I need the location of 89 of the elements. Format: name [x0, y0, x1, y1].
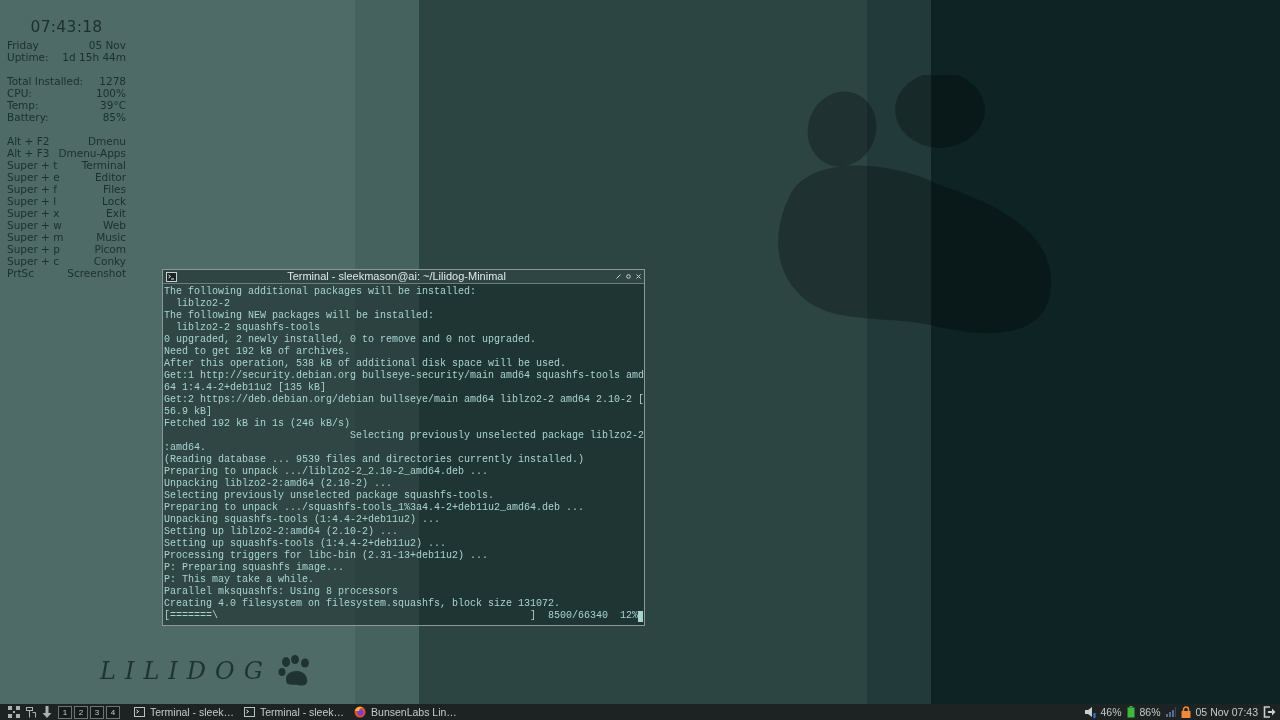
terminal-line: 64 1:4.4-2+deb11u2 [135 kB] — [164, 382, 328, 394]
info-label: Total Installed: — [7, 75, 84, 87]
terminal-line: P: This may take a while. — [164, 574, 316, 586]
info-value: 05 Nov — [88, 39, 126, 51]
shade-icon[interactable] — [626, 274, 631, 279]
grid-icon[interactable] — [8, 706, 20, 718]
terminal-line: Parallel mksquashfs: Using 8 processors — [164, 586, 400, 598]
terminal-line: The following NEW packages will be installed: — [164, 310, 436, 322]
down-arrow-icon[interactable] — [42, 706, 52, 718]
clock-text: 05 Nov 07:43 — [1195, 706, 1258, 718]
info-label: Super + e — [7, 171, 60, 183]
terminal-line: liblzo2-2 squashfs-tools — [175, 322, 322, 334]
info-label: Temp: — [7, 99, 39, 111]
workspace-button[interactable]: 2 — [74, 705, 88, 719]
terminal-line: 0 upgraded, 2 newly installed, 0 to remove and 0 not upgraded. — [164, 334, 538, 346]
close-icon[interactable] — [636, 274, 641, 279]
window-title: Terminal - sleekmason@ai: ~/Lilidog-Minimal — [286, 270, 507, 283]
info-value: Screenshot — [67, 267, 126, 279]
info-value: 1278 — [99, 75, 126, 87]
terminal-line: Unpacking squashfs-tools (1:4.4-2+deb11u2) ... — [164, 514, 442, 526]
windows-icon[interactable] — [25, 706, 37, 718]
terminal-line: 56.9 kB] — [164, 406, 213, 418]
info-value: Conky — [93, 255, 126, 267]
logout-icon[interactable] — [1263, 706, 1276, 718]
terminal-line: Preparing to unpack .../liblzo2-2_2.10-2_amd64.deb ... — [164, 466, 490, 478]
taskbar-task[interactable]: Terminal - sleek… — [134, 706, 235, 718]
lock-icon[interactable] — [1180, 706, 1191, 718]
info-value: Picom — [94, 243, 126, 255]
terminal-line: Processing triggers for libc-bin (2.31-13+deb11u2) ... — [164, 550, 490, 562]
clock-time: 07:43:18 — [29, 18, 104, 36]
signal-icon[interactable] — [1165, 707, 1176, 717]
battery-percent: 86% — [1139, 706, 1161, 718]
taskbar-task[interactable]: BunsenLabs Lin… — [354, 706, 457, 718]
terminal-icon — [134, 707, 145, 717]
info-label: Super + c — [7, 255, 59, 267]
browser-icon — [354, 706, 367, 718]
terminal-line: After this operation, 538 kB of additional disk space will be used. — [164, 358, 568, 370]
terminal-line: Selecting previously unselected package liblzo2-2 — [349, 430, 643, 442]
terminal-line: Creating 4.0 filesystem on filesystem.squashfs, block size 131072. — [164, 598, 562, 610]
terminal-line: [=======\ ] 8500/66340 12% — [164, 610, 639, 622]
info-value: Dmenu — [87, 135, 126, 147]
text-cursor — [638, 610, 643, 622]
terminal-line: :amd64. — [164, 442, 207, 454]
info-value: Terminal — [81, 159, 126, 171]
workspace-button[interactable]: 4 — [106, 705, 120, 719]
info-value: Music — [96, 231, 126, 243]
maximize-icon[interactable] — [616, 274, 621, 279]
taskbar-task[interactable]: Terminal - sleek… — [244, 706, 345, 718]
info-label: Super + x — [7, 207, 60, 219]
info-label: Alt + F2 — [7, 135, 50, 147]
info-value: 39°C — [100, 99, 126, 111]
terminal-line: Unpacking liblzo2-2:amd64 (2.10-2) ... — [164, 478, 394, 490]
terminal-line: Setting up squashfs-tools (1:4.4-2+deb11u2) ... — [164, 538, 448, 550]
info-label: Alt + F3 — [7, 147, 50, 159]
terminal-line: (Reading database ... 9539 files and directories currently installed.) — [164, 454, 586, 466]
terminal-icon — [166, 271, 177, 282]
info-value: Files — [102, 183, 126, 195]
terminal-line: The following additional packages will be installed: — [164, 286, 478, 298]
speaker-icon[interactable] — [1083, 706, 1096, 718]
info-value: Dmenu-Apps — [58, 147, 126, 159]
info-label: CPU: — [7, 87, 32, 99]
info-label: PrtSc — [7, 267, 35, 279]
info-label: Super + w — [7, 219, 62, 231]
info-label: Super + t — [7, 159, 58, 171]
terminal-line: Setting up liblzo2-2:amd64 (2.10-2) ... — [164, 526, 400, 538]
info-value: Lock — [102, 195, 126, 207]
info-value: Editor — [94, 171, 126, 183]
terminal-line: Selecting previously unselected package squashfs-tools. — [164, 490, 496, 502]
workspace-button[interactable]: 3 — [90, 705, 104, 719]
terminal-line: P: Preparing squashfs image... — [164, 562, 346, 574]
terminal-line: Get:2 https://deb.debian.org/debian bullseye/main amd64 liblzo2-2 amd64 2.10-2 [ — [164, 394, 643, 406]
terminal-icon — [244, 707, 256, 717]
info-label: Friday — [7, 39, 39, 51]
battery-icon[interactable] — [1126, 706, 1135, 718]
info-label: Uptime: — [7, 51, 49, 63]
info-value: 1d 15h 44m — [62, 51, 126, 63]
terminal-line: Fetched 192 kB in 1s (246 kB/s) — [164, 418, 352, 430]
terminal-line: Need to get 192 kB of archives. — [164, 346, 352, 358]
info-value: Web — [103, 219, 126, 231]
paw-icon — [277, 655, 312, 687]
terminal-line: Get:1 http://security.debian.org bullseye-security/main amd64 squashfs-tools amd — [164, 370, 643, 382]
info-value: Exit — [106, 207, 126, 219]
workspace-button[interactable]: 1 — [58, 705, 72, 719]
info-value: 100% — [95, 87, 126, 99]
terminal-line: liblzo2-2 — [175, 298, 231, 310]
terminal-line: Preparing to unpack .../squashfs-tools_1%3a4.4-2+deb11u2_amd64.deb ... — [164, 502, 586, 514]
info-value: 85% — [102, 111, 126, 123]
info-label: Battery: — [7, 111, 49, 123]
volume-percent: 46% — [1100, 706, 1122, 718]
